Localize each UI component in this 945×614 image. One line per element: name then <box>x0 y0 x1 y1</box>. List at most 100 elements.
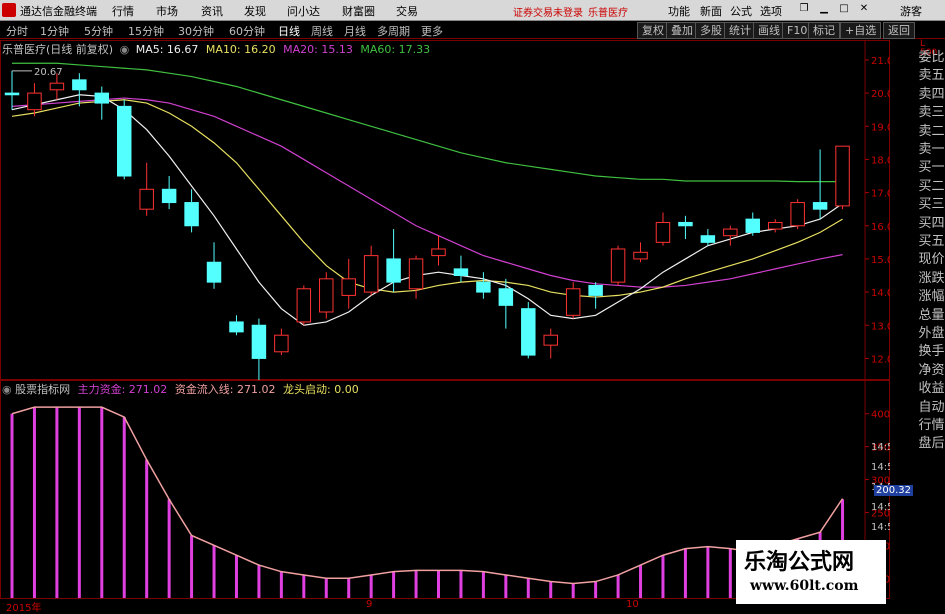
tool-duogu-button[interactable]: 多股 <box>695 22 727 39</box>
menu-item-gongshi[interactable]: 公式 <box>730 3 752 19</box>
y-tick-label: 14:50 <box>871 522 890 533</box>
right-tab-item[interactable]: 收益 <box>918 379 945 398</box>
right-tab-item[interactable]: 净资 <box>918 361 945 380</box>
inflow-line <box>11 406 844 585</box>
tool-biaoji-button[interactable]: 标记 <box>808 22 840 39</box>
right-tab-item[interactable]: 买三 <box>918 195 945 214</box>
candle-body <box>319 278 334 313</box>
tool-tongji-button[interactable]: 统计 <box>724 22 756 39</box>
y-tick-label: 18.00 <box>871 155 890 166</box>
right-tab-item[interactable]: 委比 <box>918 48 945 67</box>
settings-circle-icon[interactable]: ◉ <box>120 43 130 56</box>
zijinliuru-label: 资金流入线: 271.02 <box>174 383 276 396</box>
period-daily[interactable]: 日线 <box>278 23 300 39</box>
candle-body <box>723 228 738 237</box>
right-tab-item[interactable]: 行情 <box>918 416 945 435</box>
right-tab-item[interactable]: 换手 <box>918 342 945 361</box>
right-tab-item[interactable]: 涨幅 <box>918 287 945 306</box>
indicator-bar <box>10 413 14 598</box>
right-tab-item[interactable]: 卖二 <box>918 122 945 141</box>
candle-body <box>700 235 716 243</box>
indicator-bar <box>706 546 710 598</box>
candle-body <box>72 79 87 91</box>
menu-item-hangqing[interactable]: 行情 <box>112 3 134 19</box>
right-tab-item[interactable]: 现价 <box>918 250 945 269</box>
ma20-label: MA20: 15.13 <box>283 43 353 56</box>
period-monthly[interactable]: 月线 <box>344 23 366 39</box>
right-tab-item[interactable]: 买一 <box>918 158 945 177</box>
right-tab-item[interactable]: 卖一 <box>918 140 945 159</box>
period-fenshi[interactable]: 分时 <box>6 23 28 39</box>
guest-label[interactable]: 游客 <box>900 3 922 19</box>
menu-item-caifuquan[interactable]: 财富圈 <box>342 3 375 19</box>
menu-item-gongneng[interactable]: 功能 <box>668 3 690 19</box>
y-tick-label: 21.00 <box>871 56 890 67</box>
right-tab-item[interactable]: 总量 <box>918 306 945 325</box>
watermark-text: 乐淘公式网 <box>744 549 855 575</box>
right-tab-item[interactable]: 涨跌 <box>918 269 945 288</box>
period-more[interactable]: 更多 <box>421 23 443 39</box>
right-tab-item[interactable]: 外盘 <box>918 324 945 343</box>
candle-body <box>363 255 379 293</box>
right-tab-item[interactable]: 买五 <box>918 232 945 251</box>
menu-item-faxian[interactable]: 发现 <box>244 3 266 19</box>
period-multi[interactable]: 多周期 <box>377 23 410 39</box>
period-1min[interactable]: 1分钟 <box>40 23 69 39</box>
menu-item-zixun[interactable]: 资讯 <box>201 3 223 19</box>
period-15min[interactable]: 15分钟 <box>128 23 164 39</box>
y-tick-label: 20.00 <box>871 89 890 100</box>
candle-body <box>341 278 356 296</box>
tool-huaxian-button[interactable]: 画线 <box>753 22 785 39</box>
right-tab-item[interactable]: 自动 <box>918 398 945 417</box>
indicator-bar <box>459 570 463 598</box>
right-tab-item[interactable]: 盘后 <box>918 434 945 453</box>
candle-body <box>610 248 626 283</box>
right-tab-item[interactable]: 卖三 <box>918 103 945 122</box>
candle-body <box>565 288 581 316</box>
tool-fuquan-button[interactable]: 复权 <box>637 22 669 39</box>
period-60min[interactable]: 60分钟 <box>229 23 265 39</box>
indicator-bar <box>616 574 620 598</box>
indicator-bar <box>571 583 575 598</box>
sub-chart-title: 股票指标网 <box>15 383 71 396</box>
indicator-bar <box>257 565 261 598</box>
right-tab-item[interactable]: 卖四 <box>918 85 945 104</box>
close-icon[interactable]: ✕ <box>857 2 871 16</box>
indicator-bar <box>728 548 732 598</box>
menu-bar: 通达信金融终端 行情 市场 资讯 发现 问小达 财富圈 交易 证券交易未登录 乐… <box>0 0 945 21</box>
watermark-url: www.60lt.com <box>750 578 859 594</box>
tool-fanhui-button[interactable]: 返回 <box>883 22 915 39</box>
candle-body <box>588 284 603 296</box>
minimize-icon[interactable]: ▁ <box>817 2 831 16</box>
right-tab-item[interactable]: 买四 <box>918 214 945 233</box>
period-30min[interactable]: 30分钟 <box>178 23 214 39</box>
maximize-icon[interactable]: □ <box>837 2 851 16</box>
right-tab-item[interactable]: 买二 <box>918 177 945 196</box>
right-tab-item[interactable]: 卖五 <box>918 66 945 85</box>
main-chart-title: 乐普医疗(日线 前复权) <box>2 43 114 56</box>
period-weekly[interactable]: 周线 <box>311 23 333 39</box>
zhulizijin-label: 主力资金: 271.02 <box>77 383 168 396</box>
menu-item-xinmian[interactable]: 新面 <box>700 3 722 19</box>
candlestick-chart[interactable]: 21.00 20.00 19.00 18.00 17.00 16.00 15.00 14.00… <box>0 40 890 380</box>
tool-diejia-button[interactable]: 叠加 <box>666 22 698 39</box>
app-title: 通达信金融终端 <box>20 5 97 18</box>
tool-zixuan-button[interactable]: +自选 <box>840 22 882 39</box>
candle-body <box>4 92 20 96</box>
menu-item-xuanxiang[interactable]: 选项 <box>760 3 782 19</box>
login-warning[interactable]: 证券交易未登录 <box>513 4 583 19</box>
indicator-bar <box>279 571 283 598</box>
candle-body <box>117 105 132 177</box>
period-5min[interactable]: 5分钟 <box>84 23 113 39</box>
candle-body <box>296 288 312 323</box>
main-chart-legend: 乐普医疗(日线 前复权) ◉ MA5: 16.67 MA10: 16.20 MA… <box>2 41 430 57</box>
current-stock-name: 乐普医疗 <box>588 8 628 19</box>
restore-icon[interactable]: ❐ <box>797 2 811 16</box>
menu-item-wenxiaoda[interactable]: 问小达 <box>287 3 320 19</box>
settings-circle-icon[interactable]: ◉ <box>2 383 12 396</box>
menu-item-shichang[interactable]: 市场 <box>156 3 178 19</box>
indicator-bar <box>347 578 351 598</box>
candle-body <box>790 202 805 227</box>
y-tick-label: 14:50 <box>871 462 890 473</box>
menu-item-jiaoyi[interactable]: 交易 <box>396 3 418 19</box>
